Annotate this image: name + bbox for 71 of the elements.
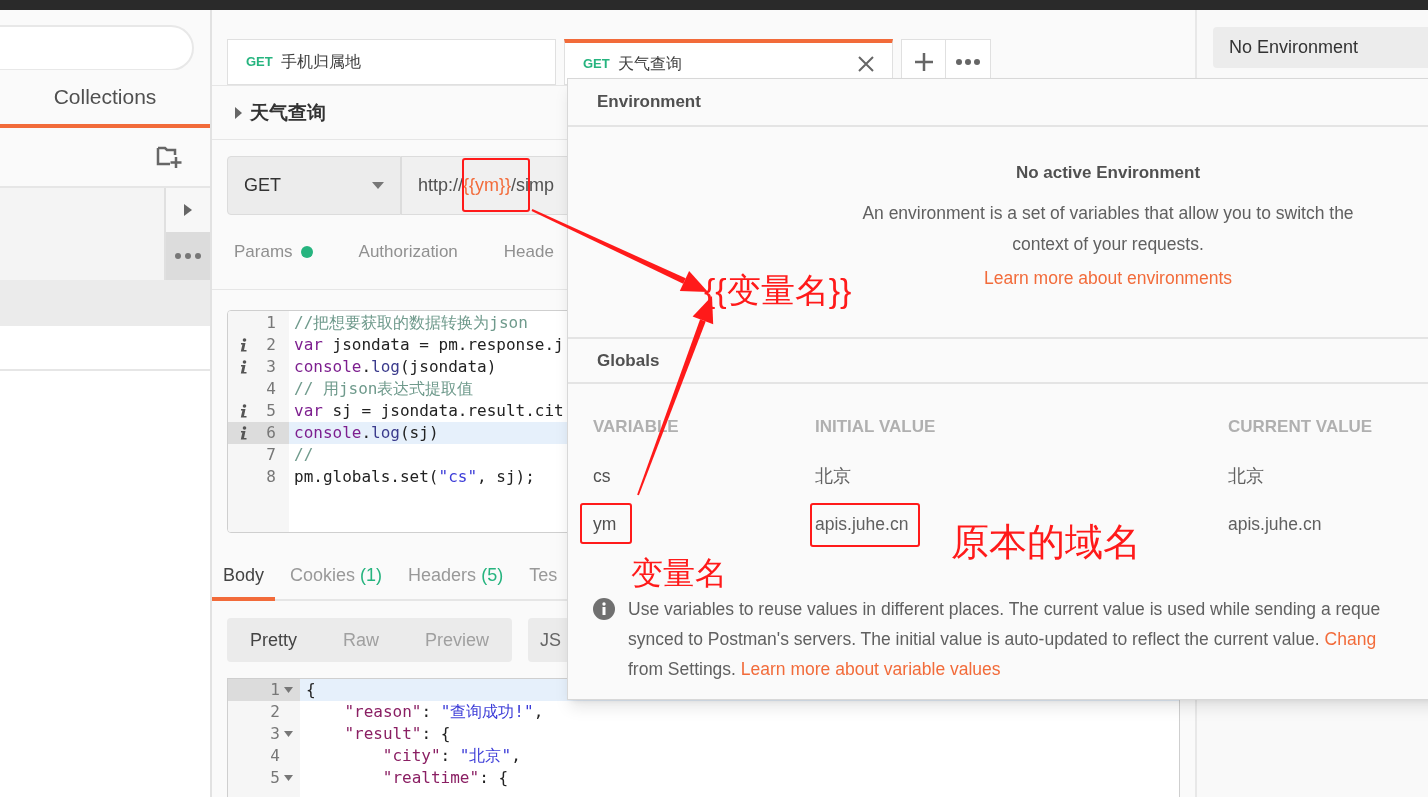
code-line: var sj = jsondata.result.cit	[294, 401, 564, 420]
code-line: "reason": "查询成功!",	[344, 702, 544, 721]
table-cell: cs	[593, 465, 611, 486]
environment-dropdown[interactable]: No Environment	[1213, 27, 1428, 68]
table-cell: 北京	[815, 465, 851, 486]
request-name: 天气查询	[250, 100, 326, 126]
more-icon[interactable]	[175, 253, 201, 259]
column-header: CURRENT VALUE	[1228, 417, 1373, 437]
request-tab[interactable]: GET 手机归属地	[227, 39, 556, 85]
line-number: 2	[270, 701, 280, 723]
code-line: var jsondata = pm.response.j	[294, 335, 564, 354]
response-tab[interactable]: Headers (5)	[397, 557, 515, 601]
caret-right-icon[interactable]	[184, 204, 192, 216]
code-line: "realtime": {	[382, 768, 509, 787]
line-number: 5	[265, 400, 276, 422]
link[interactable]: Learn more about variable values	[740, 659, 1001, 679]
column-header: INITIAL VALUE	[815, 417, 936, 437]
code-line: console.log(sj)	[294, 423, 439, 442]
more-icon	[956, 59, 980, 65]
response-tab[interactable]: Cookies (1)	[279, 557, 394, 601]
empty-description: An environment is a set of variables that allow you to switch the context of your requests.	[861, 201, 1355, 256]
fold-caret-icon[interactable]	[284, 731, 293, 737]
highlight-box	[580, 503, 632, 544]
environments-link[interactable]: Learn more about environments	[983, 264, 1233, 291]
view-mode-button[interactable]: Pretty	[250, 626, 297, 654]
code-line: console.log(jsondata)	[294, 357, 497, 376]
line-number: 5	[270, 767, 280, 789]
close-icon[interactable]	[858, 55, 874, 72]
line-number: 3	[265, 356, 276, 378]
line-number: 4	[265, 378, 276, 400]
link[interactable]: Chang	[1324, 629, 1377, 649]
code-line: pm.globals.set("cs", sj);	[294, 467, 535, 486]
view-mode-button[interactable]: Preview	[424, 626, 489, 654]
code-line: {	[306, 680, 316, 699]
table-cell: apis.juhe.cn	[815, 513, 909, 534]
fold-caret-icon[interactable]	[284, 687, 293, 693]
view-mode-button[interactable]: Raw	[342, 626, 379, 654]
code-line: //把想要获取的数据转换为json	[294, 313, 528, 332]
info-icon	[593, 598, 615, 620]
response-tab[interactable]: Body	[212, 557, 276, 601]
empty-title: No active Environment	[1015, 162, 1201, 184]
response-tab[interactable]: Tes	[518, 557, 569, 601]
code-line: // 用json表达式提取值	[294, 379, 474, 398]
fold-caret-icon[interactable]	[284, 775, 293, 781]
code-line: "city": "北京",	[382, 746, 521, 765]
section-tab[interactable]: Heade	[503, 239, 554, 265]
line-number: 6	[265, 422, 276, 444]
section-title: Globals	[597, 349, 660, 372]
line-number: 4	[270, 745, 280, 767]
annotation-label: 变量名	[631, 557, 727, 589]
line-number: 8	[265, 466, 276, 488]
info-text: Use variables to reuse values in different places. The current value is used while sending a reque synced to Postman's servers. The initial value is auto-updated to reflect the current value. Chang from Settings. Learn more about variable values	[628, 598, 1381, 681]
line-number: 7	[265, 444, 276, 466]
line-number: 3	[270, 723, 280, 745]
caret-right-icon[interactable]	[235, 106, 242, 119]
section-tab[interactable]: Authorization	[358, 239, 458, 265]
code-line: "result": {	[344, 724, 451, 743]
section-tab[interactable]: Params	[234, 239, 313, 265]
annotation-label: 原本的域名	[951, 520, 1141, 564]
new-folder-icon[interactable]	[156, 145, 182, 169]
dropdown-caret-icon	[372, 182, 384, 189]
line-number: 1	[265, 312, 276, 334]
line-number: 1	[270, 679, 280, 701]
table-cell: ym	[593, 513, 617, 534]
popup-title: Environment	[597, 91, 701, 114]
table-cell: 北京	[1228, 465, 1264, 486]
line-number: 2	[265, 334, 276, 356]
table-cell: apis.juhe.cn	[1228, 513, 1322, 534]
code-line: //	[294, 445, 314, 464]
method-dropdown[interactable]: GET	[227, 156, 401, 215]
plus-icon	[913, 52, 934, 72]
